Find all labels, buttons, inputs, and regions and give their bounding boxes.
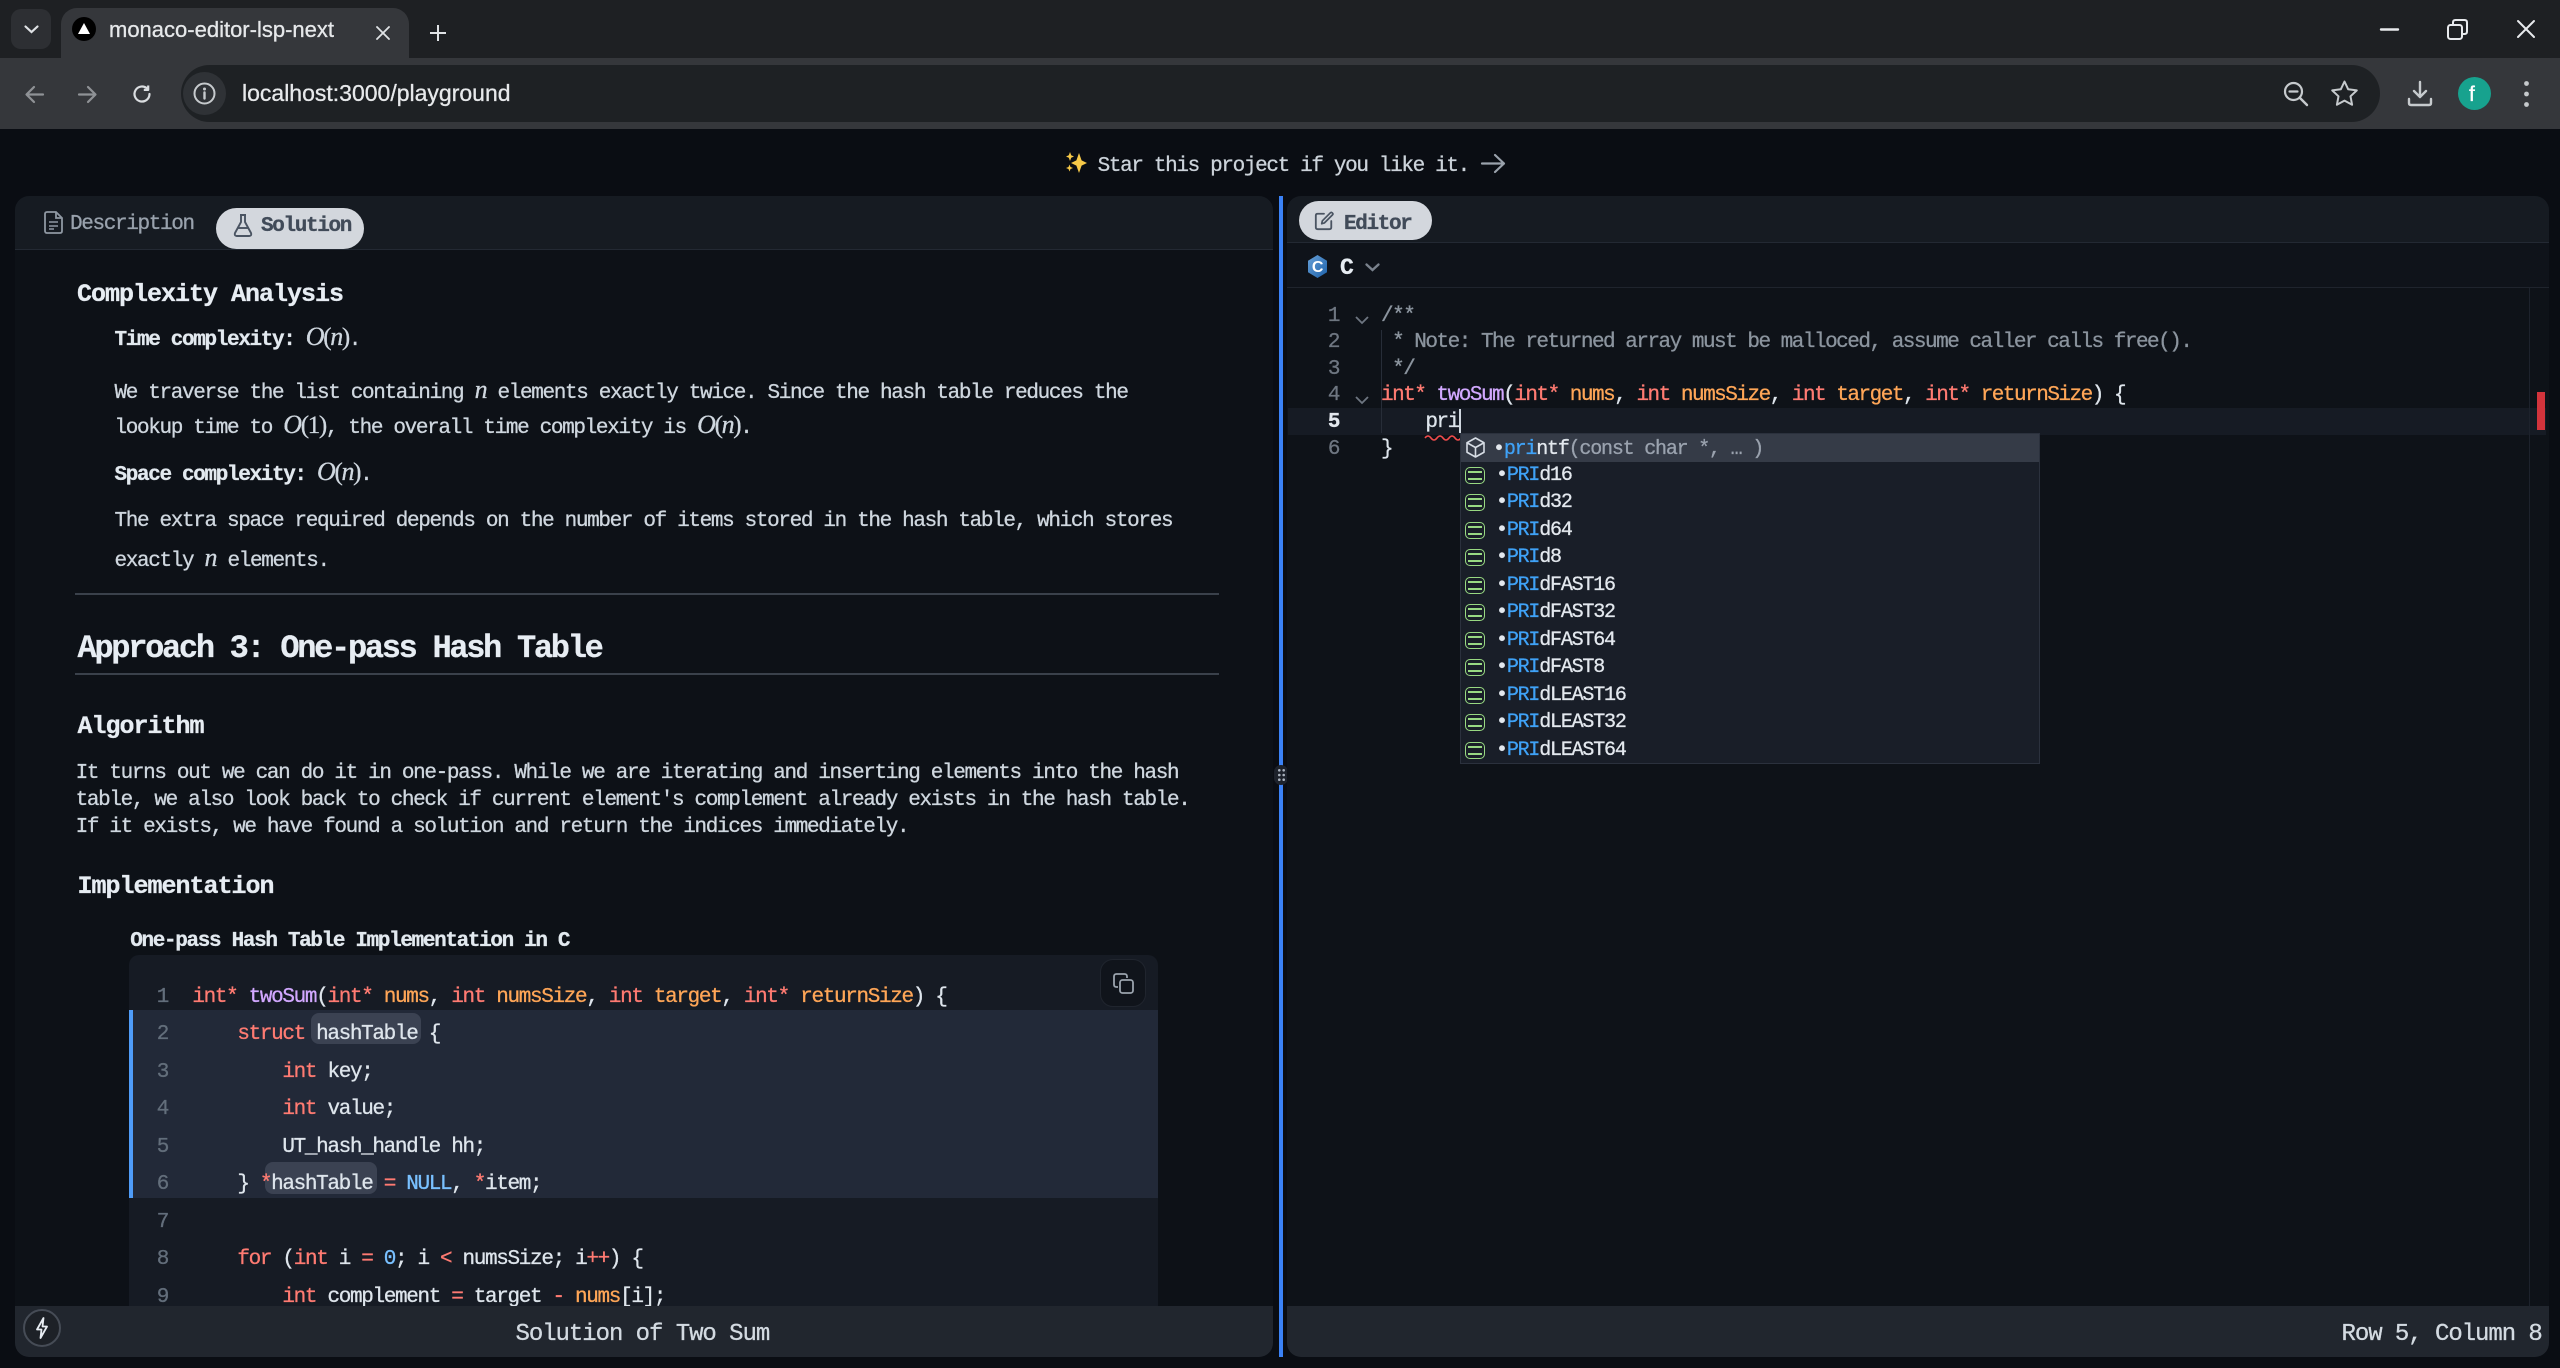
svg-text:C: C	[1312, 259, 1324, 276]
